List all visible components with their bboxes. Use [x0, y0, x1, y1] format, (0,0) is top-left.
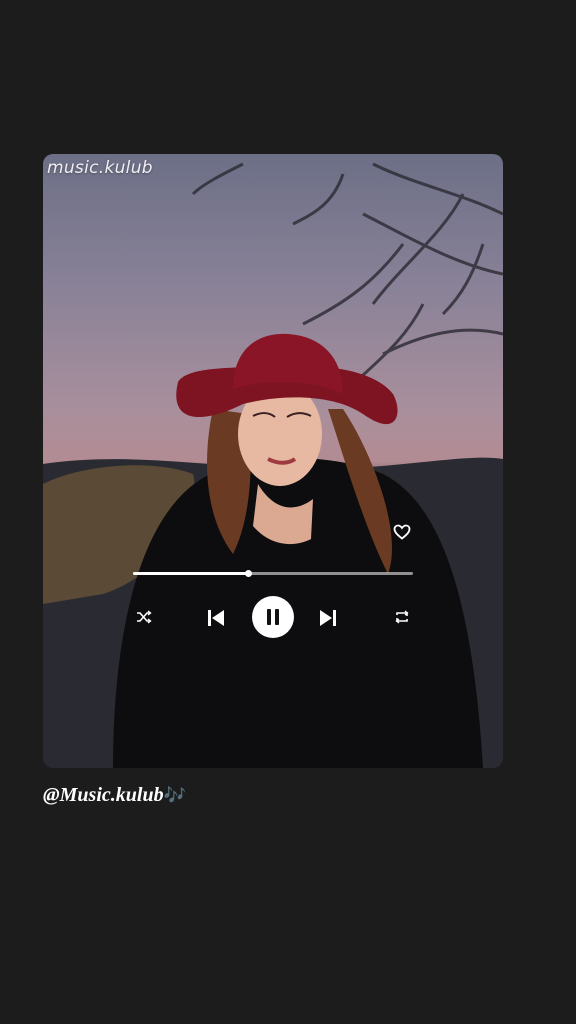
- music-player-card: music.kulub: [43, 154, 503, 768]
- pause-button[interactable]: [252, 596, 294, 638]
- skip-next-icon: [320, 610, 336, 626]
- progress-bar[interactable]: [133, 570, 413, 577]
- music-notes-icon: 🎶: [163, 785, 186, 805]
- pause-icon: [267, 609, 279, 625]
- shuffle-button[interactable]: [135, 608, 153, 626]
- skip-previous-icon: [208, 610, 224, 626]
- caption-text: @Music.kulub🎶: [43, 784, 186, 807]
- caption-handle: @Music.kulub: [43, 784, 164, 806]
- shuffle-icon: [137, 610, 152, 624]
- repeat-button[interactable]: [393, 609, 411, 625]
- heart-icon[interactable]: [393, 524, 411, 540]
- album-artwork: [43, 162, 503, 768]
- repeat-icon: [395, 610, 409, 624]
- progress-fill: [133, 572, 248, 575]
- previous-button[interactable]: [205, 607, 227, 629]
- watermark-label: music.kulub: [47, 158, 153, 178]
- progress-knob[interactable]: [244, 570, 252, 577]
- next-button[interactable]: [317, 607, 339, 629]
